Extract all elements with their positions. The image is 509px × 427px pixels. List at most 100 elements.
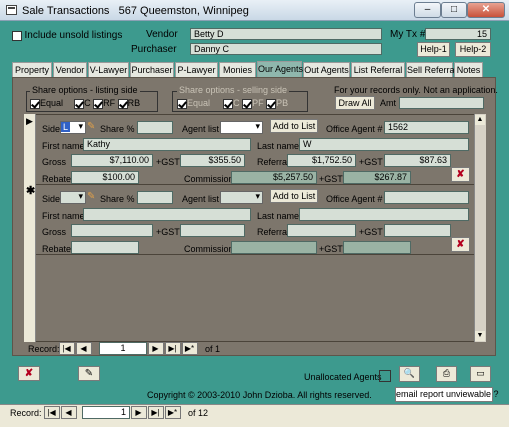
commission-field[interactable]: $5,257.50 xyxy=(231,171,317,184)
scroll-up-icon[interactable]: ▲ xyxy=(475,115,485,125)
selling-pf-checkbox[interactable] xyxy=(242,98,253,109)
edit-icon[interactable]: ✎ xyxy=(78,366,100,381)
tab-v-lawyer[interactable]: V-Lawyer xyxy=(88,62,129,77)
commission-gst-field[interactable]: $267.87 xyxy=(343,171,411,184)
scroll-down-icon[interactable]: ▼ xyxy=(475,331,485,341)
first-name-label: First name xyxy=(42,141,85,151)
tab-property[interactable]: Property xyxy=(12,62,52,77)
subnav-first-button[interactable]: |◀ xyxy=(59,342,75,355)
new-referral-gst-label: +GST xyxy=(359,227,383,237)
new-referral-field[interactable] xyxy=(287,224,356,237)
minimize-button[interactable]: – xyxy=(414,2,441,18)
record-divider xyxy=(36,184,485,185)
new-last-name-field[interactable] xyxy=(299,208,469,221)
side-select[interactable]: L xyxy=(60,121,86,134)
new-referral-gst-field[interactable] xyxy=(384,224,451,237)
subnav-last-button[interactable]: ▶| xyxy=(165,342,181,355)
vendor-field[interactable]: Betty D xyxy=(190,28,382,40)
mainnav-current-field[interactable]: 1 xyxy=(82,406,130,419)
new-gross-gst-field[interactable] xyxy=(180,224,245,237)
listing-equal-checkbox[interactable] xyxy=(30,98,40,109)
new-gross-field[interactable] xyxy=(71,224,153,237)
include-unsold[interactable]: Include unsold listings xyxy=(12,30,122,41)
record-selector-column xyxy=(24,114,36,342)
referral-field[interactable]: $1,752.50 xyxy=(287,154,356,167)
tab-notes[interactable]: Notes xyxy=(454,62,483,77)
help2-button[interactable]: Help-2 xyxy=(455,42,491,57)
copyright-text: Copyright © 2003-2010 John Dzioba. All r… xyxy=(147,390,372,400)
gross-field[interactable]: $7,110.00 xyxy=(71,154,153,167)
new-first-name-field[interactable] xyxy=(83,208,251,221)
tab-our-agents[interactable]: Our Agents xyxy=(257,61,303,77)
mainnav-prev-button[interactable]: ◀ xyxy=(61,406,77,419)
selling-pb-checkbox[interactable] xyxy=(266,98,277,109)
new-agent-list-select[interactable] xyxy=(220,191,263,204)
new-share-pct-field[interactable] xyxy=(137,191,173,204)
new-commission-gst-field[interactable] xyxy=(343,241,411,254)
record-divider-2 xyxy=(36,254,485,255)
tab-p-lawyer[interactable]: P-Lawyer xyxy=(175,62,218,77)
tab-sell-referral[interactable]: Sell Referral xyxy=(406,62,457,77)
mainnav-first-button[interactable]: |◀ xyxy=(44,406,60,419)
listing-c-checkbox[interactable] xyxy=(74,98,85,109)
subnav-prev-button[interactable]: ◀ xyxy=(76,342,92,355)
rebate-label: Rebate xyxy=(42,174,72,184)
new-gross-label: Gross xyxy=(42,227,67,237)
tab-monies[interactable]: Monies xyxy=(219,62,256,77)
unallocated-label: Unallocated Agents xyxy=(304,372,382,382)
gross-gst-field[interactable]: $355.50 xyxy=(180,154,245,167)
add-to-list-button[interactable]: Add to List xyxy=(270,119,318,133)
include-unsold-checkbox[interactable] xyxy=(12,30,22,41)
tab-out-agents[interactable]: Out Agents xyxy=(303,62,350,77)
referral-gst-field[interactable]: $87.63 xyxy=(384,154,451,167)
office-agent-field[interactable]: 1562 xyxy=(384,121,469,134)
email-report-button[interactable]: email report unviewable ? xyxy=(395,387,499,402)
current-record-arrow-icon: ▶ xyxy=(26,116,33,126)
maximize-button[interactable]: □ xyxy=(441,2,467,18)
new-rebate-field[interactable] xyxy=(71,241,139,254)
mainnav-next-button[interactable]: ▶ xyxy=(131,406,147,419)
mainnav-new-button[interactable]: ▶* xyxy=(165,406,181,419)
first-name-field[interactable]: Kathy xyxy=(83,138,251,151)
listing-rb-checkbox[interactable] xyxy=(117,98,128,109)
amt-label: Amt xyxy=(380,98,397,108)
purchaser-label: Purchaser xyxy=(131,44,177,55)
new-delete-agent-icon[interactable]: ✘ xyxy=(451,237,470,252)
agent-list-select[interactable] xyxy=(220,121,263,134)
selling-equal-checkbox[interactable] xyxy=(177,98,187,109)
subform-scrollbar[interactable] xyxy=(474,114,486,342)
new-add-to-list-button[interactable]: Add to List xyxy=(270,189,318,203)
unallocated-checkbox[interactable] xyxy=(379,370,391,382)
mainnav-last-button[interactable]: ▶| xyxy=(148,406,164,419)
new-pencil-icon: ✎ xyxy=(87,191,96,202)
vendor-label: Vendor xyxy=(146,29,178,40)
print-preview-icon[interactable]: 🔍 xyxy=(399,366,420,382)
delete-icon[interactable]: ✘ xyxy=(18,366,40,381)
mytx-field[interactable]: 15 xyxy=(425,28,491,40)
new-rebate-label: Rebate xyxy=(42,244,72,254)
help1-button[interactable]: Help-1 xyxy=(417,42,450,57)
export-icon[interactable]: ▭ xyxy=(470,366,491,382)
subnav-current-field[interactable]: 1 xyxy=(99,342,147,355)
subnav-new-button[interactable]: ▶* xyxy=(182,342,198,355)
selling-c-checkbox[interactable] xyxy=(223,98,234,109)
tab-vendor[interactable]: Vendor xyxy=(53,62,87,77)
purchaser-field[interactable]: Danny C xyxy=(190,43,382,55)
subnav-total: of 1 xyxy=(205,344,221,354)
close-button[interactable]: ✕ xyxy=(467,2,505,18)
new-office-agent-field[interactable] xyxy=(384,191,469,204)
new-commission-field[interactable] xyxy=(231,241,317,254)
new-referral-label: Referral xyxy=(257,227,290,237)
subnav-next-button[interactable]: ▶ xyxy=(148,342,164,355)
draw-all-button[interactable]: Draw All xyxy=(335,96,375,110)
tab-list-referral[interactable]: List Referral xyxy=(351,62,405,77)
listing-rf-checkbox[interactable] xyxy=(93,98,104,109)
new-side-select[interactable] xyxy=(60,191,86,204)
printer-icon[interactable]: ⎙ xyxy=(436,366,457,382)
delete-agent-icon[interactable]: ✘ xyxy=(451,167,470,182)
last-name-field[interactable]: W xyxy=(299,138,469,151)
share-pct-field[interactable] xyxy=(137,121,173,134)
tab-purchaser[interactable]: Purchaser xyxy=(130,62,174,77)
rebate-field[interactable]: $100.00 xyxy=(71,171,139,184)
amt-field[interactable] xyxy=(399,97,484,109)
